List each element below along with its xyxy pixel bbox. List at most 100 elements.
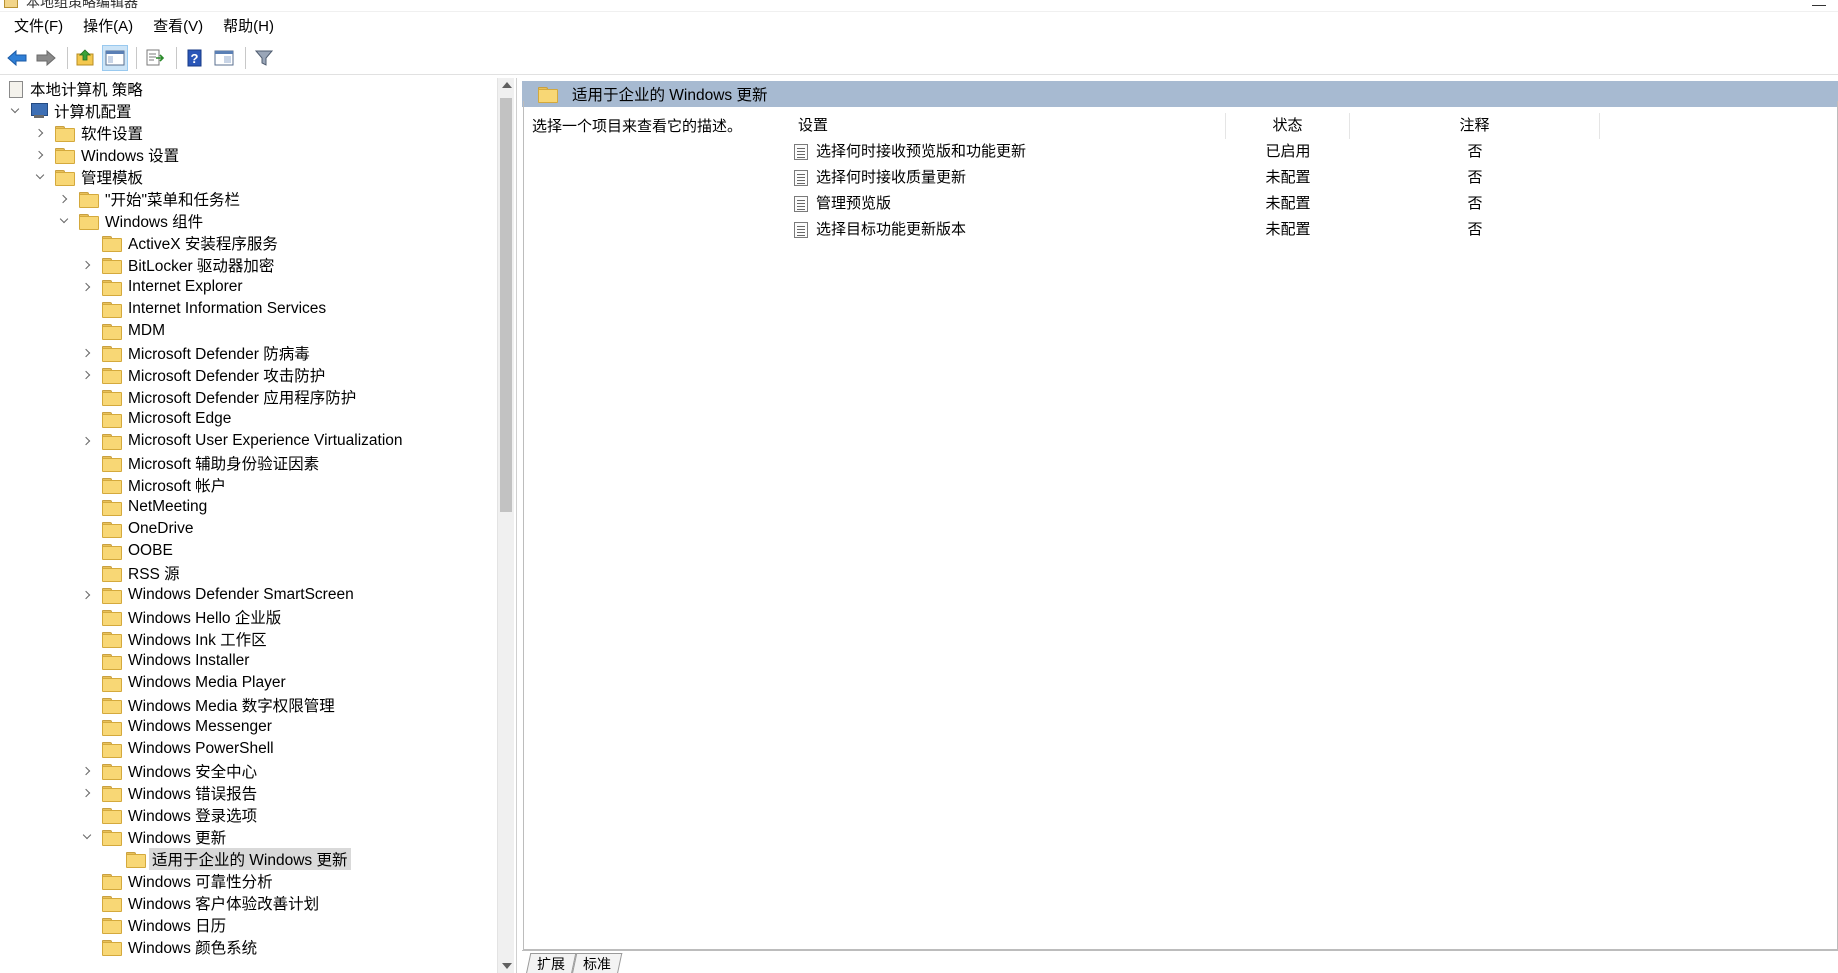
tree-item-component[interactable]: Internet Information Services (82, 298, 326, 320)
scrollbar-thumb[interactable] (500, 98, 512, 512)
table-row[interactable]: 选择何时接收质量更新 未配置 否 (794, 165, 1838, 191)
tree-item-label: NetMeeting (128, 498, 208, 515)
tree-item-start-menu[interactable]: "开始"菜单和任务栏 (59, 188, 240, 210)
tree-item-admin-templates[interactable]: 管理模板 (35, 166, 143, 188)
expand-toggle[interactable] (82, 370, 92, 380)
tree-item-windows-components[interactable]: Windows 组件 (59, 210, 203, 232)
tree-item-component[interactable]: Microsoft 辅助身份验证因素 (82, 452, 319, 474)
scroll-up-icon[interactable] (502, 82, 512, 88)
folder-icon (102, 280, 122, 296)
table-row[interactable]: 管理预览版 未配置 否 (794, 191, 1838, 217)
show-hide-tree-button[interactable] (102, 44, 128, 71)
forward-button[interactable] (33, 45, 59, 71)
filter-button[interactable] (251, 45, 277, 71)
tree-item-component[interactable]: Windows Hello 企业版 (82, 606, 281, 628)
menu-action[interactable]: 操作(A) (75, 14, 141, 40)
table-row[interactable]: 选择何时接收预览版和功能更新 已启用 否 (794, 139, 1838, 165)
tree-item-component[interactable]: OOBE (82, 540, 173, 562)
tree-item-computer-config[interactable]: 计算机配置 (10, 100, 132, 122)
tab-standard[interactable]: 标准 (571, 953, 623, 973)
expand-toggle[interactable] (82, 788, 92, 798)
column-header-state[interactable]: 状态 (1226, 113, 1350, 139)
expand-toggle[interactable] (82, 766, 92, 776)
tree-item-component[interactable]: Microsoft Defender 攻击防护 (82, 364, 325, 386)
tree-item-component[interactable]: BitLocker 驱动器加密 (82, 254, 274, 276)
collapse-toggle[interactable] (59, 216, 69, 226)
app-icon (4, 0, 18, 8)
tree-item-component[interactable]: Internet Explorer (82, 276, 243, 298)
tree-item-component[interactable]: Windows PowerShell (82, 738, 274, 760)
tree-item-label: Windows 登录选项 (128, 808, 258, 825)
tree-item-component[interactable]: Windows Installer (82, 650, 249, 672)
expand-toggle[interactable] (35, 128, 45, 138)
export-list-button[interactable] (142, 45, 168, 71)
help-button[interactable]: ? (182, 45, 208, 71)
toolbar-separator (136, 46, 137, 69)
tree-item-component[interactable]: Windows Messenger (82, 716, 272, 738)
back-button[interactable] (4, 45, 30, 71)
tree-item-component[interactable]: Windows Ink 工作区 (82, 628, 267, 650)
tree-item-component[interactable]: Microsoft Defender 应用程序防护 (82, 386, 356, 408)
tree-item-label: Internet Information Services (128, 300, 327, 317)
tree-item-component[interactable]: Microsoft User Experience Virtualization (82, 430, 403, 452)
table-row[interactable]: 选择目标功能更新版本 未配置 否 (794, 217, 1838, 243)
tree-item-component[interactable]: Microsoft 帐户 (82, 474, 226, 496)
collapse-toggle[interactable] (35, 172, 45, 182)
details-body: 选择一个项目来查看它的描述。 设置 状态 注释 选择何时接收预览版和功能更新 已… (523, 101, 1838, 950)
tree-item-software-settings[interactable]: 软件设置 (35, 122, 143, 144)
tree-item-component[interactable]: Windows 颜色系统 (82, 936, 257, 958)
tree-item-component[interactable]: Microsoft Edge (82, 408, 231, 430)
collapse-toggle[interactable] (82, 832, 92, 842)
expand-toggle[interactable] (35, 150, 45, 160)
scroll-down-icon[interactable] (502, 963, 512, 969)
expand-toggle[interactable] (82, 282, 92, 292)
menu-help[interactable]: 帮助(H) (215, 14, 282, 40)
tree-item-component[interactable]: Windows Defender SmartScreen (82, 584, 354, 606)
tree-item-component[interactable]: ActiveX 安装程序服务 (82, 232, 278, 254)
tree-item-component[interactable]: OneDrive (82, 518, 193, 540)
details-pane: 适用于企业的 Windows 更新 选择一个项目来查看它的描述。 设置 状态 注… (522, 78, 1838, 973)
tree-item-label: Windows Hello 企业版 (128, 610, 282, 627)
tree-item-component[interactable]: Windows 日历 (82, 914, 226, 936)
tree-item-component[interactable]: Windows 安全中心 (82, 760, 257, 782)
folder-icon (102, 742, 122, 758)
tree-item-component[interactable]: Windows 错误报告 (82, 782, 257, 804)
minimize-icon[interactable] (1812, 0, 1826, 6)
tree-item-label: 计算机配置 (54, 104, 132, 121)
tree-item-component[interactable]: RSS 源 (82, 562, 180, 584)
expand-toggle[interactable] (82, 590, 92, 600)
tree-item-component[interactable]: Windows 客户体验改善计划 (82, 892, 319, 914)
tree-item-label: BitLocker 驱动器加密 (128, 258, 275, 275)
column-header-comment[interactable]: 注释 (1350, 113, 1600, 139)
folder-icon (102, 456, 122, 472)
tab-extended[interactable]: 扩展 (525, 953, 577, 973)
expand-toggle[interactable] (82, 436, 92, 446)
folder-icon (102, 764, 122, 780)
expand-toggle[interactable] (82, 260, 92, 270)
tree-item-component[interactable]: Windows 登录选项 (82, 804, 257, 826)
menu-file[interactable]: 文件(F) (6, 14, 71, 40)
tree-item-component[interactable]: Windows Media Player (82, 672, 286, 694)
expand-toggle[interactable] (59, 194, 69, 204)
tree-item-component[interactable]: NetMeeting (82, 496, 207, 518)
tree-item-component[interactable]: Windows Media 数字权限管理 (82, 694, 335, 716)
expand-toggle[interactable] (82, 348, 92, 358)
properties-button[interactable] (211, 45, 237, 71)
folder-icon (102, 390, 122, 406)
tree-item-component[interactable]: Windows 可靠性分析 (82, 870, 273, 892)
tree-item-selected[interactable]: 适用于企业的 Windows 更新 (106, 848, 351, 870)
tree-item-windows-update[interactable]: Windows 更新 (82, 826, 226, 848)
tree-item-label: Windows Ink 工作区 (128, 632, 267, 649)
tree-scrollbar[interactable] (497, 78, 514, 973)
tree-item-windows-settings[interactable]: Windows 设置 (35, 144, 179, 166)
tree-item-label: Windows Installer (128, 652, 250, 669)
collapse-toggle[interactable] (10, 106, 20, 116)
tree-item-root[interactable]: 本地计算机 策略 (6, 78, 143, 100)
column-header-setting[interactable]: 设置 (794, 113, 1226, 139)
folder-icon (102, 346, 122, 362)
folder-icon (102, 412, 122, 428)
tree-item-component[interactable]: Microsoft Defender 防病毒 (82, 342, 310, 364)
menu-view[interactable]: 查看(V) (145, 14, 211, 40)
up-folder-button[interactable] (73, 45, 99, 71)
tree-item-component[interactable]: MDM (82, 320, 165, 342)
